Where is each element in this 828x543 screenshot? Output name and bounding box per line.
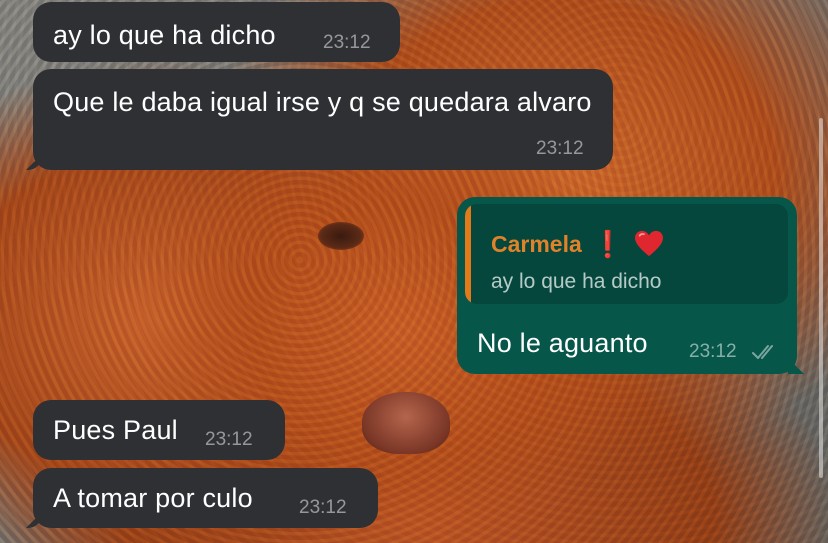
message-time: 23:12: [205, 429, 253, 450]
message-text: Pues Paul: [53, 415, 178, 445]
wallpaper-dog-eye: [318, 222, 364, 250]
message-bubble-incoming[interactable]: A tomar por culo 23:12: [33, 468, 378, 528]
message-bubble-incoming[interactable]: Pues Paul 23:12: [33, 400, 285, 460]
message-time: 23:12: [323, 32, 371, 53]
wallpaper-dog-nose: [362, 392, 450, 454]
reply-quote-accent-bar: [465, 204, 471, 304]
message-bubble-outgoing[interactable]: Carmela ❗ ay lo que ha dicho No le aguan…: [457, 197, 797, 374]
message-text: ay lo que ha dicho: [53, 20, 276, 50]
double-check-icon: [752, 345, 773, 359]
reply-quote[interactable]: Carmela ❗ ay lo que ha dicho: [465, 204, 788, 304]
message-time: 23:12: [536, 138, 584, 159]
chat-scrollbar[interactable]: [819, 118, 823, 478]
message-bubble-incoming[interactable]: Que le daba igual irse y q se quedara al…: [33, 69, 613, 170]
heart-icon: [635, 230, 664, 257]
reply-quote-author: Carmela ❗: [491, 230, 664, 258]
message-time: 23:12: [299, 497, 347, 518]
message-bubble-incoming[interactable]: ay lo que ha dicho 23:12: [33, 2, 400, 62]
message-text: A tomar por culo: [53, 483, 253, 513]
message-text: Que le daba igual irse y q se quedara al…: [53, 87, 592, 117]
reply-quote-text: ay lo que ha dicho: [491, 270, 662, 293]
exclamation-icon: ❗: [591, 229, 625, 259]
reply-author-name: Carmela: [491, 230, 582, 257]
message-text: No le aguanto: [477, 328, 648, 358]
message-time: 23:12: [689, 341, 737, 362]
